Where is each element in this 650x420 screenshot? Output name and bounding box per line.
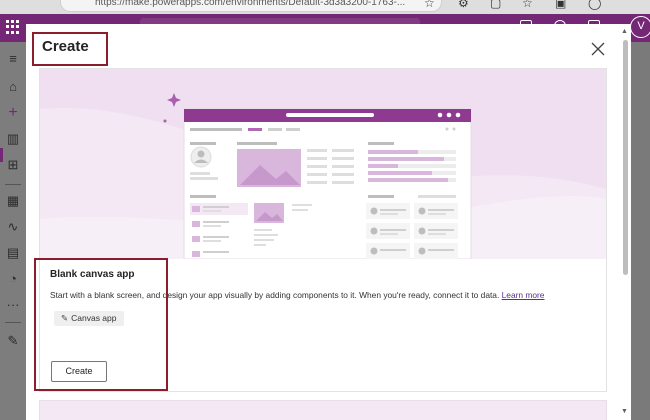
learn-more-link[interactable]: Learn more — [502, 290, 545, 300]
card-hero-illustration — [40, 69, 606, 259]
next-template-card[interactable] — [39, 400, 607, 420]
url-text[interactable]: https://make.powerapps.com/environments/… — [95, 0, 405, 8]
avatar[interactable]: V — [630, 16, 650, 38]
home-icon[interactable]: ⌂ — [6, 80, 20, 94]
solutions-icon[interactable]: ▤ — [6, 246, 20, 260]
scrollbar-thumb[interactable] — [623, 40, 628, 275]
more-icon[interactable]: ··· — [6, 298, 20, 312]
split-screen-icon[interactable]: ▢ — [490, 0, 501, 10]
tables-icon[interactable]: ▦ — [6, 194, 20, 208]
browser-toolbar: https://make.powerapps.com/environments/… — [0, 0, 650, 14]
star-icon[interactable]: ☆ — [424, 0, 435, 10]
create-dialog: Create ▲ ▼ Blank canvas app Start with a… — [26, 24, 631, 420]
left-nav-rail: ≡ ⌂ + ▥ ⊞ ▦ ∿ ▤ ◔ ··· ✎ — [0, 42, 26, 420]
create-icon[interactable]: + — [6, 105, 20, 121]
profile-icon[interactable]: ◯ — [588, 0, 601, 10]
nav-active-indicator — [0, 148, 3, 162]
scroll-down-icon[interactable]: ▼ — [621, 408, 628, 415]
ai-hub-icon[interactable]: ◔ — [6, 272, 20, 286]
hamburger-icon[interactable]: ≡ — [6, 52, 20, 66]
nav-divider — [5, 184, 21, 185]
card-annotation-box — [34, 258, 168, 391]
favorites-icon[interactable]: ☆ — [522, 0, 533, 10]
app-launcher-icon[interactable] — [6, 20, 20, 34]
dialog-title: Create — [42, 38, 89, 55]
power-platform-icon[interactable]: ✎ — [6, 334, 20, 348]
nav-divider — [5, 322, 21, 323]
scroll-up-icon[interactable]: ▲ — [621, 28, 628, 35]
flows-icon[interactable]: ∿ — [6, 220, 20, 234]
apps-icon[interactable]: ⊞ — [6, 158, 20, 172]
collections-icon[interactable]: ▣ — [555, 0, 566, 10]
extension-icon[interactable]: ⚙ — [458, 0, 469, 10]
close-icon[interactable] — [590, 41, 606, 57]
learn-icon[interactable]: ▥ — [6, 132, 20, 146]
app-illustration — [40, 69, 606, 259]
